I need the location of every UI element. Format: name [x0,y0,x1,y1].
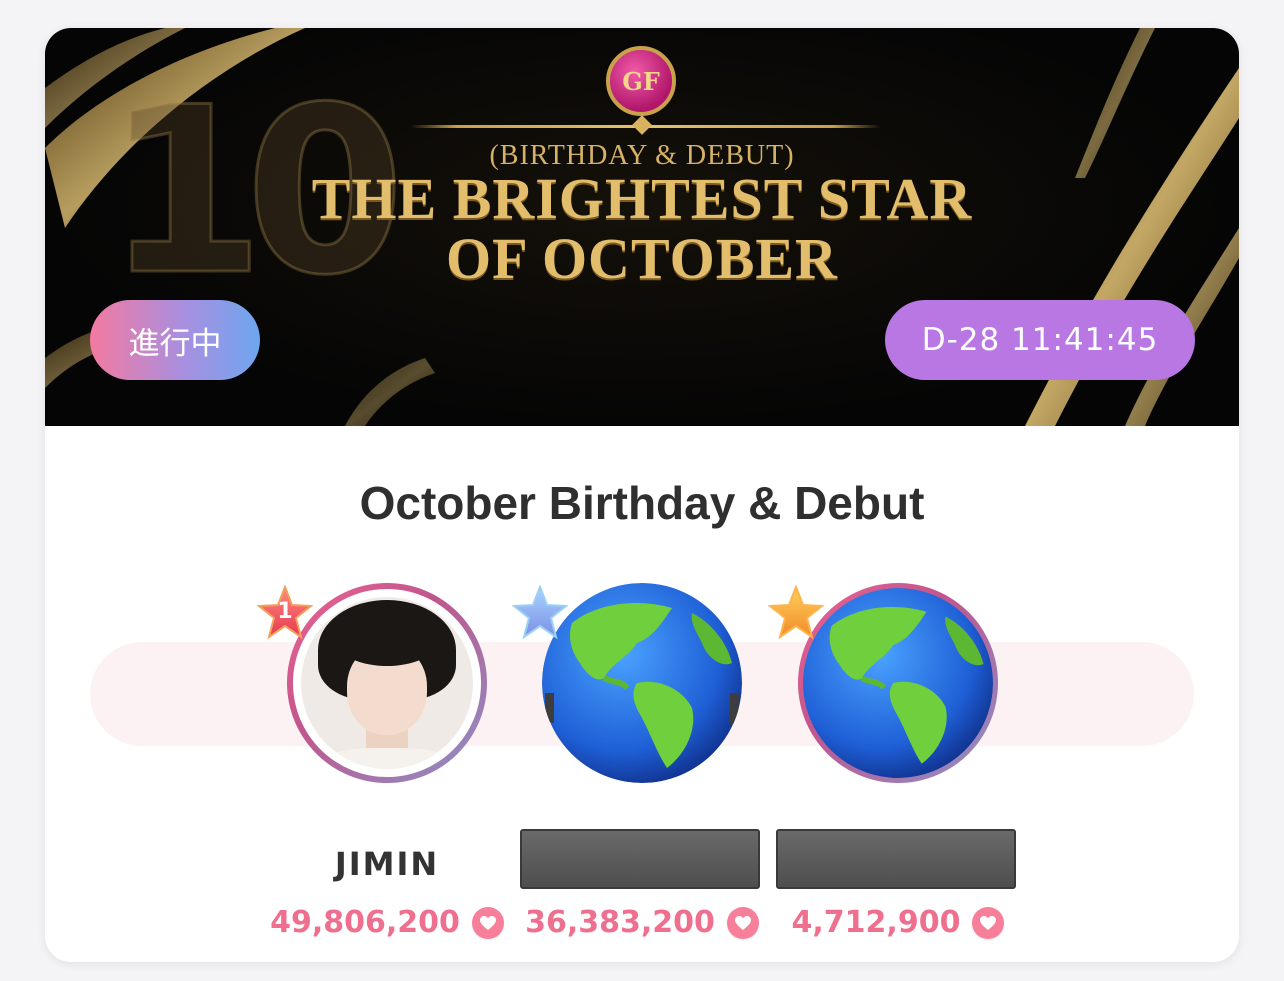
ranking-item-1[interactable]: 1 JIMIN 49,806,200 [256,583,517,940]
heart-icon [726,906,759,939]
rank-star-badge-icon: 2 [511,584,569,641]
avatar-ring [798,583,998,783]
vote-count: 36,383,200 [512,905,772,940]
banner-title-line1: THE BRIGHTEST STAR [311,166,973,231]
rank-number: 1 [277,599,293,624]
rank-star-badge-icon: 3 [767,584,825,641]
vote-count: 4,712,900 [768,905,1028,940]
artist-name-hidden [520,829,760,889]
artist-name: JIMIN [334,845,440,883]
avatar-ring [287,583,487,783]
event-card[interactable]: 10 GF (BIRTHDAY & DEBUT) THE BRIGHTEST S… [45,28,1239,962]
status-badge: 進行中 [90,300,260,380]
event-title: October Birthday & Debut [359,477,925,529]
vote-count: 49,806,200 [257,905,517,940]
banner-title-line2: OF OCTOBER [446,226,838,291]
heart-icon [972,906,1005,939]
avatar-ring [542,583,742,783]
globe-icon[interactable] [803,588,993,778]
ranking-item-2[interactable]: 2 36,383,200 [511,583,772,940]
artist-name-hidden [776,829,1016,889]
globe-icon[interactable] [542,583,742,783]
event-emblem-icon: GF [606,46,676,116]
rank-star-badge-icon: 1 [256,584,314,641]
vote-count-value: 49,806,200 [270,905,460,940]
ranking-item-3[interactable]: 3 4,712,900 [767,583,1028,940]
vote-count-value: 36,383,200 [525,905,715,940]
avatar-photo[interactable] [301,597,473,769]
countdown-timer: D-28 11:41:45 [885,300,1195,380]
event-banner[interactable]: 10 GF (BIRTHDAY & DEBUT) THE BRIGHTEST S… [45,28,1239,426]
heart-icon [471,906,504,939]
vote-count-value: 4,712,900 [791,905,961,940]
